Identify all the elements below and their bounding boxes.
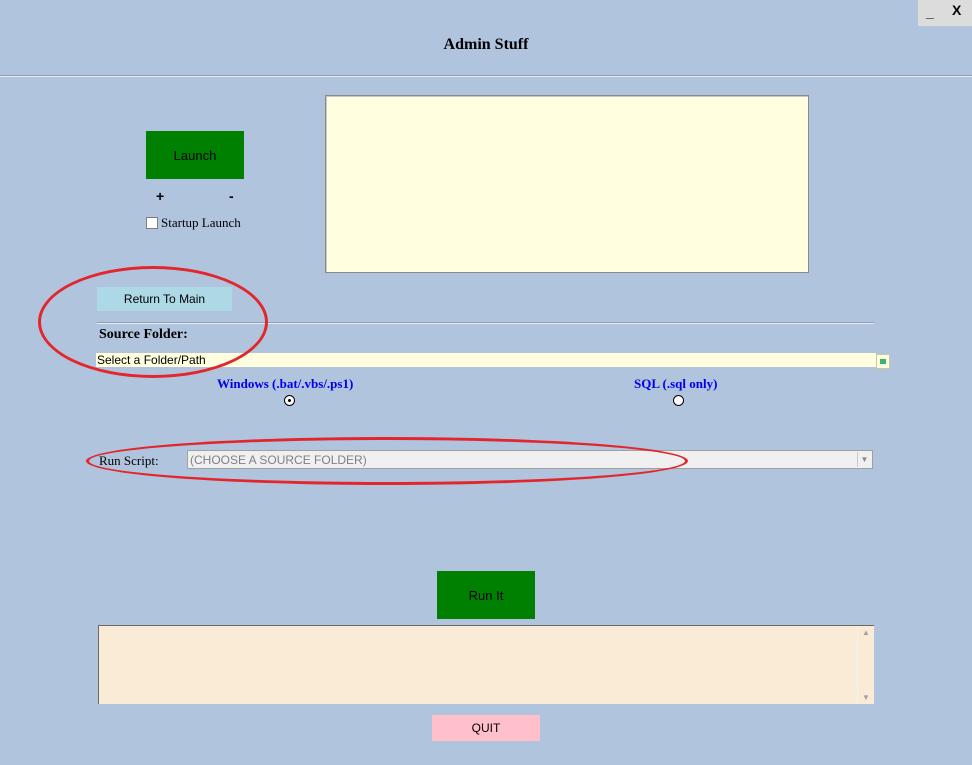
windows-radio[interactable] <box>284 395 295 406</box>
source-folder-input[interactable] <box>96 353 876 367</box>
page-title: Admin Stuff <box>443 36 529 53</box>
chevron-down-icon[interactable]: ▼ <box>862 693 870 702</box>
title-divider <box>0 75 972 77</box>
windows-option-label: Windows (.bat/.vbs/.ps1) <box>217 376 354 391</box>
window-controls: _ X <box>918 0 972 26</box>
sql-radio[interactable] <box>673 395 684 406</box>
run-script-selected-value: (CHOOSE A SOURCE FOLDER) <box>190 453 367 467</box>
output-textbox[interactable]: ▲ ▼ <box>98 625 874 704</box>
launch-log-textbox[interactable] <box>325 95 809 273</box>
section-divider <box>97 322 874 324</box>
launch-button[interactable]: Launch <box>146 131 244 179</box>
folder-browse-icon[interactable] <box>876 354 890 369</box>
chevron-up-icon[interactable]: ▲ <box>862 628 870 637</box>
minus-button[interactable]: - <box>229 188 234 204</box>
return-to-main-button[interactable]: Return To Main <box>97 287 232 311</box>
run-script-select[interactable]: (CHOOSE A SOURCE FOLDER) ▼ <box>187 450 873 469</box>
run-script-label: Run Script: <box>99 453 159 468</box>
quit-button[interactable]: QUIT <box>432 715 540 741</box>
close-button[interactable]: X <box>952 2 961 18</box>
source-folder-label: Source Folder: <box>99 327 188 342</box>
plus-button[interactable]: + <box>156 188 164 204</box>
startup-launch-checkbox[interactable] <box>146 217 158 229</box>
output-scrollbar[interactable]: ▲ ▼ <box>857 626 874 704</box>
startup-launch-label: Startup Launch <box>161 215 241 230</box>
run-it-button[interactable]: Run It <box>437 571 535 619</box>
sql-option-label: SQL (.sql only) <box>634 376 718 391</box>
minimize-button[interactable]: _ <box>926 4 934 20</box>
chevron-down-icon[interactable]: ▼ <box>857 452 871 467</box>
